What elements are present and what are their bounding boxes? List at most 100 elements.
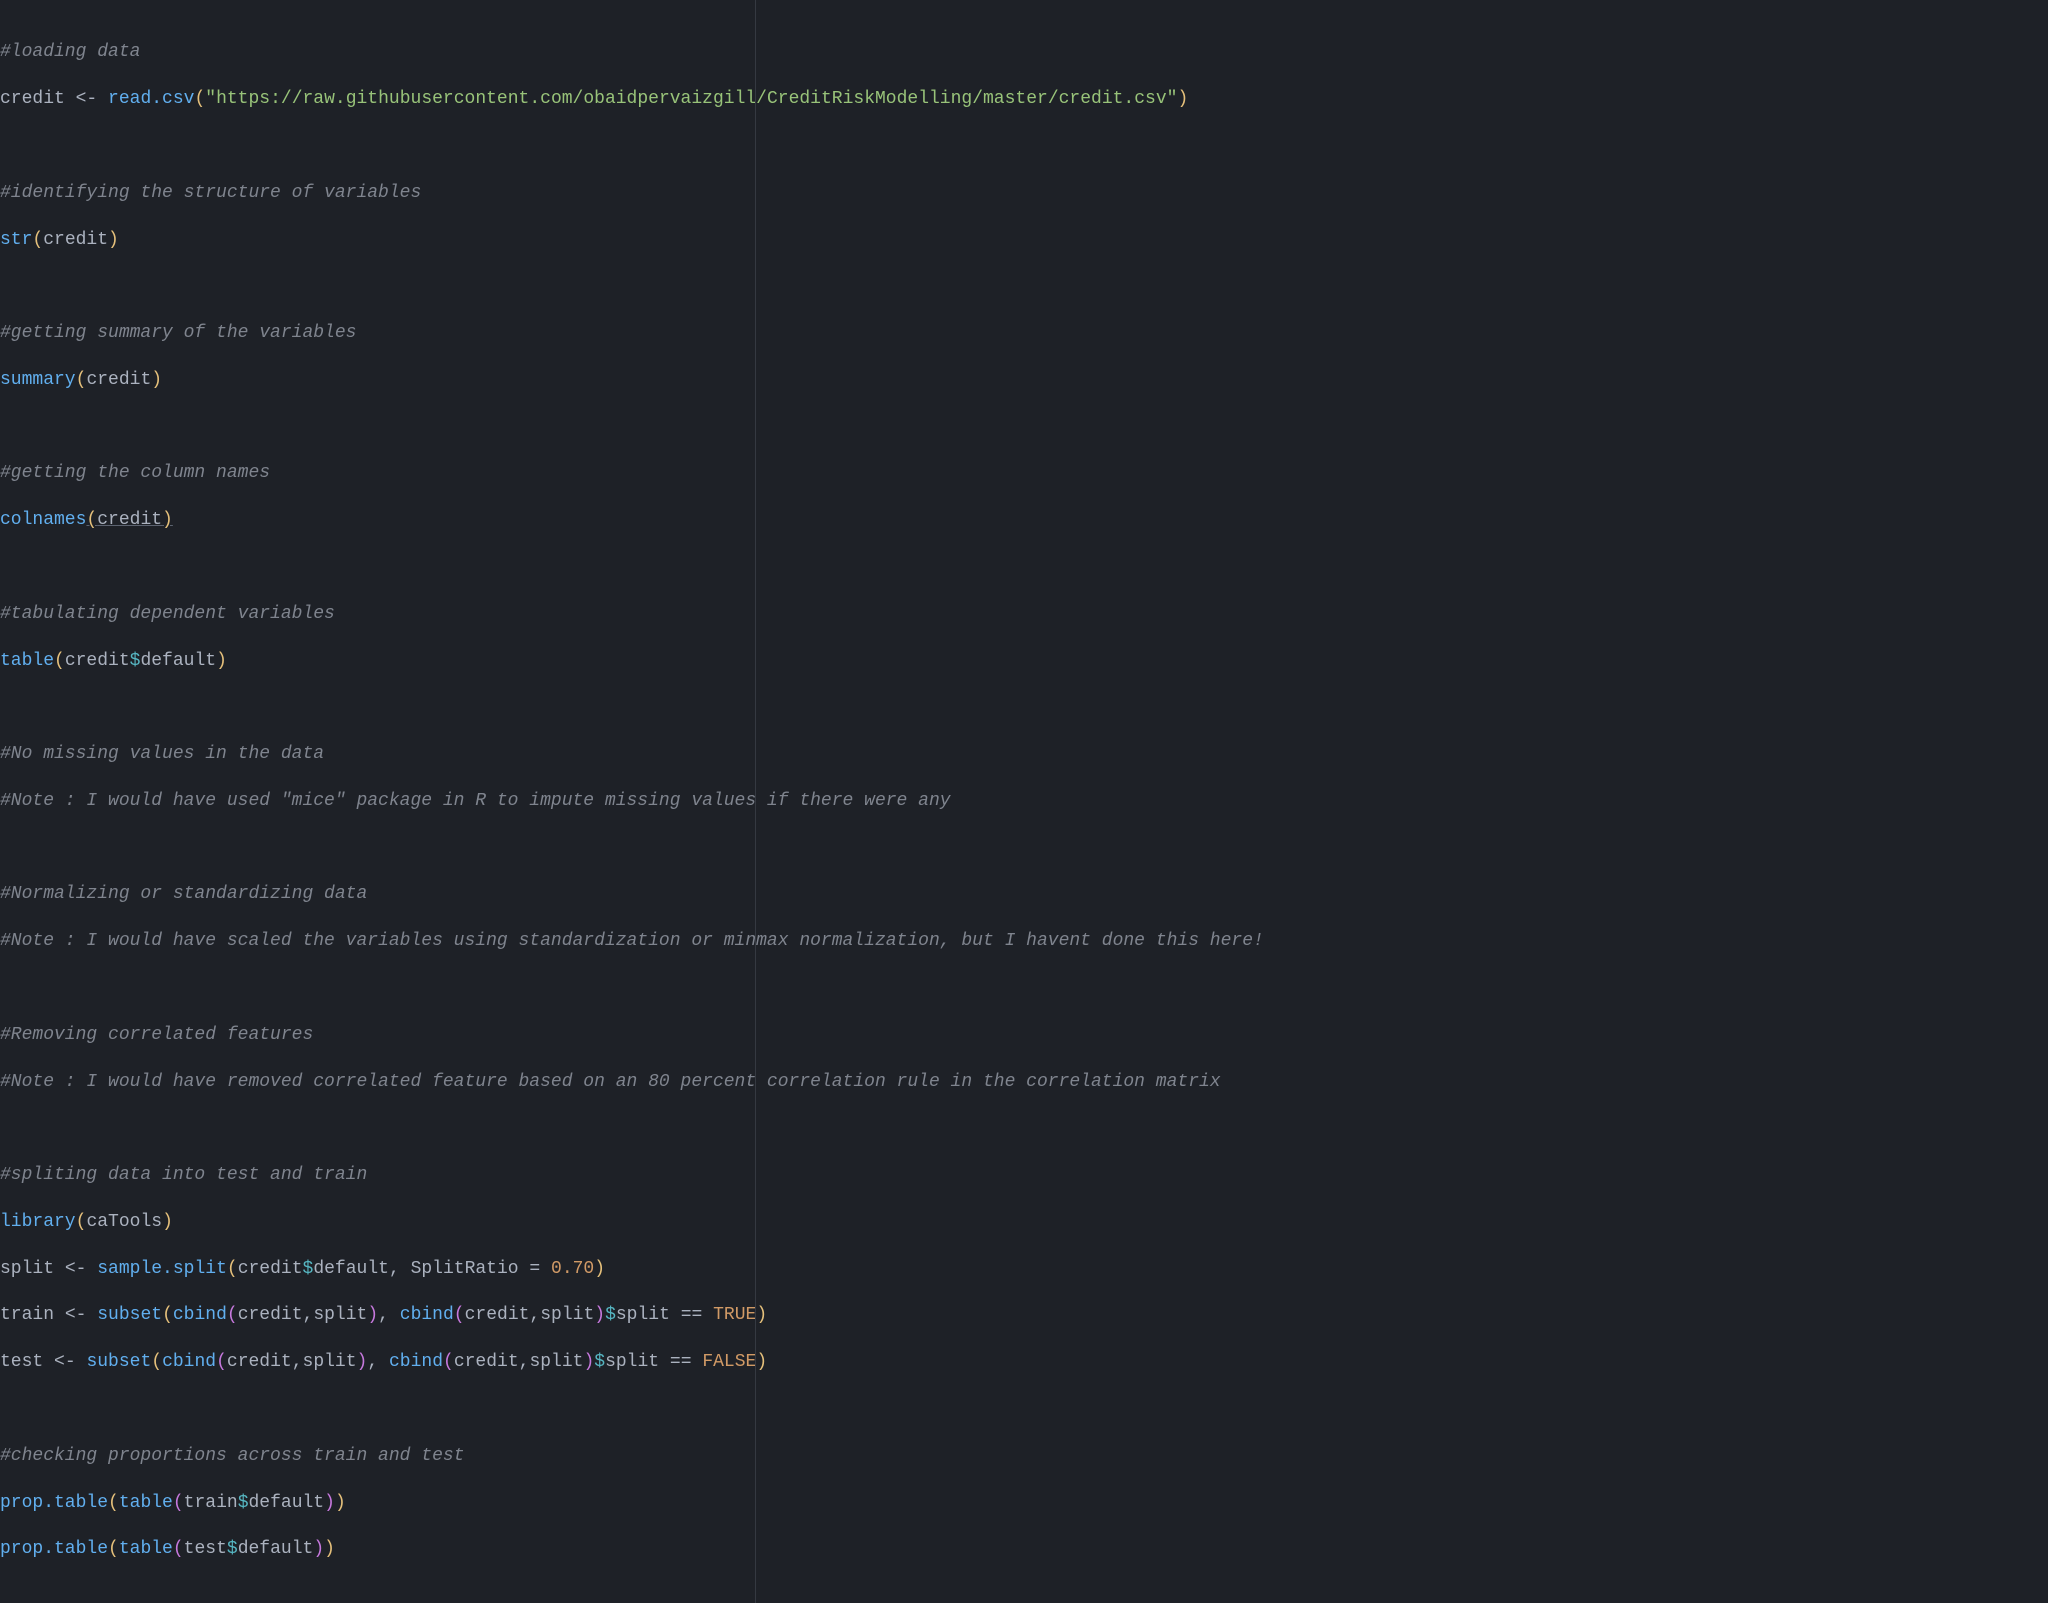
function: cbind — [173, 1305, 227, 1325]
function: read.csv — [108, 89, 194, 109]
function: table — [0, 651, 54, 671]
paren: ) — [324, 1493, 335, 1513]
identifier: credit — [43, 230, 108, 250]
assign-op: <- — [65, 1305, 87, 1325]
space — [54, 1305, 65, 1325]
paren: ) — [1177, 89, 1188, 109]
code-line[interactable]: credit <- read.csv("https://raw.githubus… — [0, 88, 2048, 111]
identifier: split — [605, 1352, 659, 1372]
code-line[interactable]: prop.table(table(train$default)) — [0, 1492, 2048, 1515]
code-line[interactable]: colnames(credit) — [0, 509, 2048, 532]
code-line[interactable]: #identifying the structure of variables — [0, 182, 2048, 205]
paren: ) — [335, 1493, 346, 1513]
code-line[interactable] — [0, 837, 2048, 860]
code-line[interactable]: #Removing correlated features — [0, 1024, 2048, 1047]
dollar-op: $ — [238, 1493, 249, 1513]
paren: ( — [194, 89, 205, 109]
code-line[interactable]: #Normalizing or standardizing data — [0, 883, 2048, 906]
space — [76, 1352, 87, 1372]
identifier: credit — [97, 510, 162, 530]
code-line[interactable]: str(credit) — [0, 229, 2048, 252]
dollar-op: $ — [594, 1352, 605, 1372]
code-editor[interactable]: #loading data credit <- read.csv("https:… — [0, 18, 2048, 1585]
identifier: train — [184, 1493, 238, 1513]
code-line[interactable] — [0, 416, 2048, 439]
code-line[interactable]: #tabulating dependent variables — [0, 603, 2048, 626]
paren: ) — [756, 1352, 767, 1372]
code-line[interactable]: table(credit$default) — [0, 650, 2048, 673]
identifier: default — [140, 651, 216, 671]
paren: ) — [367, 1305, 378, 1325]
identifier: SplitRatio — [411, 1259, 519, 1279]
code-line[interactable] — [0, 696, 2048, 719]
assign-op: <- — [54, 1352, 76, 1372]
function: sample.split — [97, 1259, 227, 1279]
code-line[interactable]: #Note : I would have removed correlated … — [0, 1071, 2048, 1094]
identifier: split — [529, 1352, 583, 1372]
paren: ( — [86, 510, 97, 530]
code-line[interactable]: summary(credit) — [0, 369, 2048, 392]
code-line[interactable]: #Note : I would have used "mice" package… — [0, 790, 2048, 813]
function: cbind — [162, 1352, 216, 1372]
code-line[interactable]: #checking proportions across train and t… — [0, 1445, 2048, 1468]
code-line[interactable]: library(caTools) — [0, 1211, 2048, 1234]
identifier: split — [0, 1259, 54, 1279]
dollar-op: $ — [605, 1305, 616, 1325]
identifier: default — [313, 1259, 389, 1279]
code-line[interactable]: #Note : I would have scaled the variable… — [0, 930, 2048, 953]
code-line[interactable]: #getting the column names — [0, 462, 2048, 485]
space — [670, 1305, 681, 1325]
paren: ) — [583, 1352, 594, 1372]
space — [43, 1352, 54, 1372]
paren: ( — [216, 1352, 227, 1372]
space — [54, 1259, 65, 1279]
paren: ) — [756, 1305, 767, 1325]
identifier: credit — [0, 89, 65, 109]
function: prop.table — [0, 1539, 108, 1559]
space — [97, 89, 108, 109]
code-line[interactable]: prop.table(table(test$default)) — [0, 1538, 2048, 1561]
code-line[interactable] — [0, 1398, 2048, 1421]
column-ruler — [755, 0, 756, 1603]
identifier: split — [616, 1305, 670, 1325]
code-line[interactable]: #loading data — [0, 41, 2048, 64]
function: summary — [0, 370, 76, 390]
function: subset — [86, 1352, 151, 1372]
paren: ) — [151, 370, 162, 390]
eqeq-op: == — [670, 1352, 692, 1372]
code-line[interactable] — [0, 556, 2048, 579]
identifier: train — [0, 1305, 54, 1325]
boolean: TRUE — [713, 1305, 756, 1325]
paren: ( — [32, 230, 43, 250]
identifier: split — [313, 1305, 367, 1325]
dollar-op: $ — [227, 1539, 238, 1559]
function: prop.table — [0, 1493, 108, 1513]
function: cbind — [400, 1305, 454, 1325]
comment: #Removing correlated features — [0, 1025, 313, 1045]
comma: , — [367, 1352, 378, 1372]
code-line[interactable]: train <- subset(cbind(credit,split), cbi… — [0, 1304, 2048, 1327]
identifier: test — [0, 1352, 43, 1372]
paren: ( — [162, 1305, 173, 1325]
comma: , — [529, 1305, 540, 1325]
code-line[interactable]: split <- sample.split(credit$default, Sp… — [0, 1258, 2048, 1281]
comment: #Note : I would have used "mice" package… — [0, 791, 951, 811]
paren: ( — [173, 1493, 184, 1513]
paren: ( — [227, 1305, 238, 1325]
function: cbind — [389, 1352, 443, 1372]
comment: #Note : I would have scaled the variable… — [0, 931, 1264, 951]
code-line[interactable] — [0, 275, 2048, 298]
code-line[interactable]: #getting summary of the variables — [0, 322, 2048, 345]
code-line[interactable] — [0, 977, 2048, 1000]
identifier: test — [184, 1539, 227, 1559]
code-line[interactable]: test <- subset(cbind(credit,split), cbin… — [0, 1351, 2048, 1374]
assign-op: <- — [76, 89, 98, 109]
code-line[interactable]: #No missing values in the data — [0, 743, 2048, 766]
code-line[interactable] — [0, 135, 2048, 158]
comment: #No missing values in the data — [0, 744, 324, 764]
space — [702, 1305, 713, 1325]
code-line[interactable]: #spliting data into test and train — [0, 1164, 2048, 1187]
code-line[interactable] — [0, 1117, 2048, 1140]
identifier: credit — [238, 1259, 303, 1279]
paren: ) — [162, 510, 173, 530]
